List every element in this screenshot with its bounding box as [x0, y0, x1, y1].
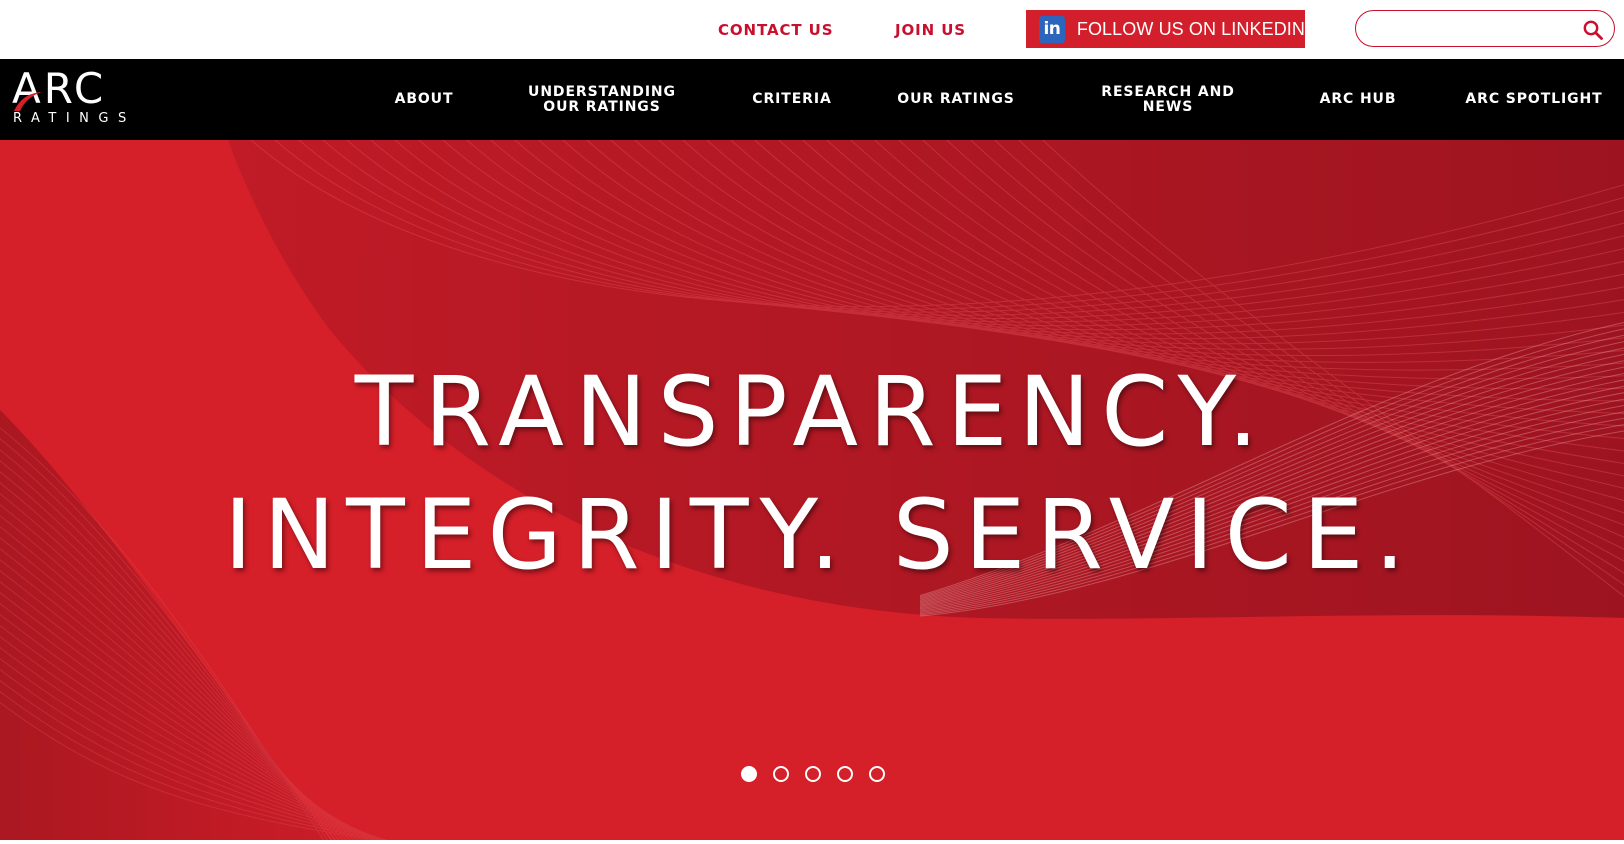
search-box [1355, 10, 1615, 47]
carousel-dot-1[interactable] [741, 766, 757, 782]
linkedin-follow-label: FOLLOW US ON LINKEDIN [1076, 18, 1305, 39]
nav-criteria[interactable]: CRITERIA [738, 59, 846, 140]
nav-research-label: RESEARCH AND NEWS [1101, 83, 1235, 115]
carousel-dot-4[interactable] [837, 766, 853, 782]
linkedin-icon: in [1039, 15, 1065, 43]
hero-headline-line-1: TRANSPARENCY. [354, 356, 1270, 468]
linkedin-follow-button[interactable]: in FOLLOW US ON LINKEDIN [1026, 10, 1305, 48]
nav-arc-spotlight-label: ARC SPOTLIGHT [1465, 91, 1603, 107]
main-nav: ARC RATINGS ABOUT UNDERSTANDING OUR RATI… [0, 59, 1624, 140]
utility-bar: CONTACT US JOIN US in FOLLOW US ON LINKE… [0, 0, 1624, 59]
hero-banner: TRANSPARENCY. INTEGRITY. SERVICE. [0, 140, 1624, 840]
nav-understanding-our-ratings[interactable]: UNDERSTANDING OUR RATINGS [507, 59, 697, 140]
nav-criteria-label: CRITERIA [752, 91, 832, 107]
nav-about[interactable]: ABOUT [374, 59, 474, 140]
nav-about-label: ABOUT [394, 91, 454, 107]
carousel-dot-5[interactable] [869, 766, 885, 782]
carousel-dot-2[interactable] [773, 766, 789, 782]
logo-tagline: RATINGS [13, 111, 136, 126]
carousel-pagination [741, 766, 885, 784]
nav-our-ratings[interactable]: OUR RATINGS [878, 59, 1034, 140]
logo-swoosh-icon [14, 92, 42, 111]
nav-our-ratings-label: OUR RATINGS [897, 91, 1015, 107]
search-input[interactable] [1370, 17, 1570, 41]
search-icon[interactable] [1582, 19, 1604, 41]
nav-research-and-news[interactable]: RESEARCH AND NEWS [1080, 59, 1256, 140]
nav-arc-hub-label: ARC HUB [1319, 91, 1397, 107]
nav-arc-hub[interactable]: ARC HUB [1300, 59, 1416, 140]
contact-us-link[interactable]: CONTACT US [718, 20, 833, 40]
hero-headline-line-2: INTEGRITY. SERVICE. [224, 479, 1416, 591]
nav-understanding-label: UNDERSTANDING OUR RATINGS [528, 83, 676, 115]
carousel-dot-3[interactable] [805, 766, 821, 782]
nav-arc-spotlight[interactable]: ARC SPOTLIGHT [1446, 59, 1622, 140]
join-us-link[interactable]: JOIN US [895, 20, 966, 40]
arc-ratings-logo[interactable]: ARC RATINGS [12, 67, 160, 127]
